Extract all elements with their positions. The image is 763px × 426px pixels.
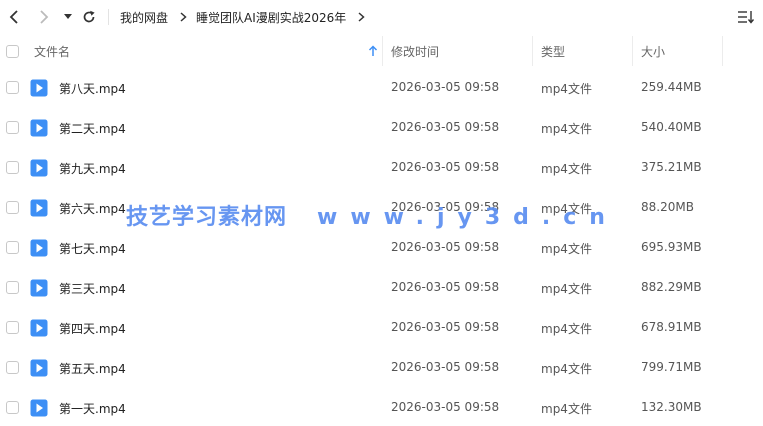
refresh-button[interactable] — [79, 7, 99, 27]
file-modified: 2026-03-05 09:58 — [391, 240, 500, 254]
video-file-icon — [30, 319, 48, 337]
file-name[interactable]: 第九天.mp4 — [59, 160, 126, 177]
file-size: 88.20MB — [641, 200, 694, 214]
file-size: 882.29MB — [641, 280, 702, 294]
file-size: 259.44MB — [641, 80, 702, 94]
chevron-right-icon — [178, 12, 188, 22]
file-size: 375.21MB — [641, 160, 702, 174]
sort-ascending-icon[interactable] — [368, 45, 378, 57]
video-file-icon — [30, 359, 48, 377]
file-name[interactable]: 第八天.mp4 — [59, 80, 126, 97]
video-file-icon — [30, 159, 48, 177]
table-row[interactable]: 第六天.mp4 2026-03-05 09:58 mp4文件 88.20MB — [0, 188, 763, 228]
file-size: 799.71MB — [641, 360, 702, 374]
file-type: mp4文件 — [541, 362, 592, 376]
table-row[interactable]: 第七天.mp4 2026-03-05 09:58 mp4文件 695.93MB — [0, 228, 763, 268]
file-modified: 2026-03-05 09:58 — [391, 80, 500, 94]
breadcrumb-item-root[interactable]: 我的网盘 — [120, 9, 168, 26]
chevron-right-icon[interactable] — [356, 12, 366, 22]
toolbar-separator — [108, 9, 109, 25]
row-checkbox[interactable] — [6, 201, 19, 214]
column-header-modified-label: 修改时间 — [391, 44, 440, 59]
forward-button[interactable] — [33, 7, 53, 27]
column-header-row: 文件名 修改时间 类型 大小 — [0, 36, 763, 66]
video-file-icon — [30, 79, 48, 97]
file-modified: 2026-03-05 09:58 — [391, 200, 500, 214]
row-checkbox[interactable] — [6, 401, 19, 414]
refresh-icon — [83, 10, 95, 23]
video-file-icon — [30, 199, 48, 217]
file-type: mp4文件 — [541, 242, 592, 256]
select-all-checkbox-cell — [6, 36, 19, 66]
breadcrumb-item-current[interactable]: 睡觉团队AI漫剧实战2026年 — [196, 9, 346, 26]
column-header-name-label: 文件名 — [34, 44, 71, 59]
table-row[interactable]: 第四天.mp4 2026-03-05 09:58 mp4文件 678.91MB — [0, 308, 763, 348]
column-header-modified[interactable]: 修改时间 — [391, 36, 439, 66]
file-name[interactable]: 第五天.mp4 — [59, 360, 126, 377]
column-header-name[interactable]: 文件名 — [34, 36, 382, 66]
file-name[interactable]: 第二天.mp4 — [59, 120, 126, 137]
row-checkbox[interactable] — [6, 281, 19, 294]
select-all-checkbox[interactable] — [6, 44, 19, 58]
video-file-icon — [30, 399, 48, 417]
file-modified: 2026-03-05 09:58 — [391, 400, 500, 414]
video-file-icon — [30, 279, 48, 297]
dropdown-triangle-icon — [64, 14, 72, 19]
file-modified: 2026-03-05 09:58 — [391, 320, 500, 334]
video-file-icon — [30, 239, 48, 257]
row-checkbox[interactable] — [6, 81, 19, 94]
file-size: 540.40MB — [641, 120, 702, 134]
file-type: mp4文件 — [541, 162, 592, 176]
file-type: mp4文件 — [541, 282, 592, 296]
file-size: 695.93MB — [641, 240, 702, 254]
file-name[interactable]: 第一天.mp4 — [59, 400, 126, 417]
sort-menu-button[interactable] — [737, 9, 755, 25]
history-dropdown-button[interactable] — [58, 7, 78, 27]
file-name[interactable]: 第七天.mp4 — [59, 240, 126, 257]
file-modified: 2026-03-05 09:58 — [391, 120, 500, 134]
table-row[interactable]: 第九天.mp4 2026-03-05 09:58 mp4文件 375.21MB — [0, 148, 763, 188]
back-button[interactable] — [5, 7, 25, 27]
file-name[interactable]: 第三天.mp4 — [59, 280, 126, 297]
file-list: 第八天.mp4 2026-03-05 09:58 mp4文件 259.44MB … — [0, 68, 763, 426]
column-header-size[interactable]: 大小 — [641, 36, 665, 66]
table-row[interactable]: 第八天.mp4 2026-03-05 09:58 mp4文件 259.44MB — [0, 68, 763, 108]
file-name[interactable]: 第六天.mp4 — [59, 200, 126, 217]
file-modified: 2026-03-05 09:58 — [391, 280, 500, 294]
row-checkbox[interactable] — [6, 161, 19, 174]
file-type: mp4文件 — [541, 82, 592, 96]
back-arrow-icon — [9, 10, 18, 24]
column-divider[interactable] — [532, 36, 533, 66]
file-modified: 2026-03-05 09:58 — [391, 360, 500, 374]
navigation-bar: 我的网盘 睡觉团队AI漫剧实战2026年 — [0, 0, 763, 34]
table-row[interactable]: 第一天.mp4 2026-03-05 09:58 mp4文件 132.30MB — [0, 388, 763, 426]
column-divider[interactable] — [632, 36, 633, 66]
file-modified: 2026-03-05 09:58 — [391, 160, 500, 174]
column-divider[interactable] — [382, 36, 383, 66]
column-header-size-label: 大小 — [641, 44, 666, 59]
row-checkbox[interactable] — [6, 361, 19, 374]
file-type: mp4文件 — [541, 202, 592, 216]
file-type: mp4文件 — [541, 322, 592, 336]
row-checkbox[interactable] — [6, 121, 19, 134]
file-size: 132.30MB — [641, 400, 702, 414]
table-row[interactable]: 第二天.mp4 2026-03-05 09:58 mp4文件 540.40MB — [0, 108, 763, 148]
column-header-type-label: 类型 — [541, 44, 566, 59]
table-row[interactable]: 第五天.mp4 2026-03-05 09:58 mp4文件 799.71MB — [0, 348, 763, 388]
file-name[interactable]: 第四天.mp4 — [59, 320, 126, 337]
column-header-type[interactable]: 类型 — [541, 36, 565, 66]
sort-list-icon — [738, 11, 755, 24]
forward-arrow-icon — [40, 10, 49, 24]
column-divider[interactable] — [722, 36, 723, 66]
video-file-icon — [30, 119, 48, 137]
row-checkbox[interactable] — [6, 241, 19, 254]
row-checkbox[interactable] — [6, 321, 19, 334]
file-size: 678.91MB — [641, 320, 702, 334]
breadcrumb: 我的网盘 睡觉团队AI漫剧实战2026年 — [120, 9, 374, 25]
file-type: mp4文件 — [541, 402, 592, 416]
file-type: mp4文件 — [541, 122, 592, 136]
table-row[interactable]: 第三天.mp4 2026-03-05 09:58 mp4文件 882.29MB — [0, 268, 763, 308]
